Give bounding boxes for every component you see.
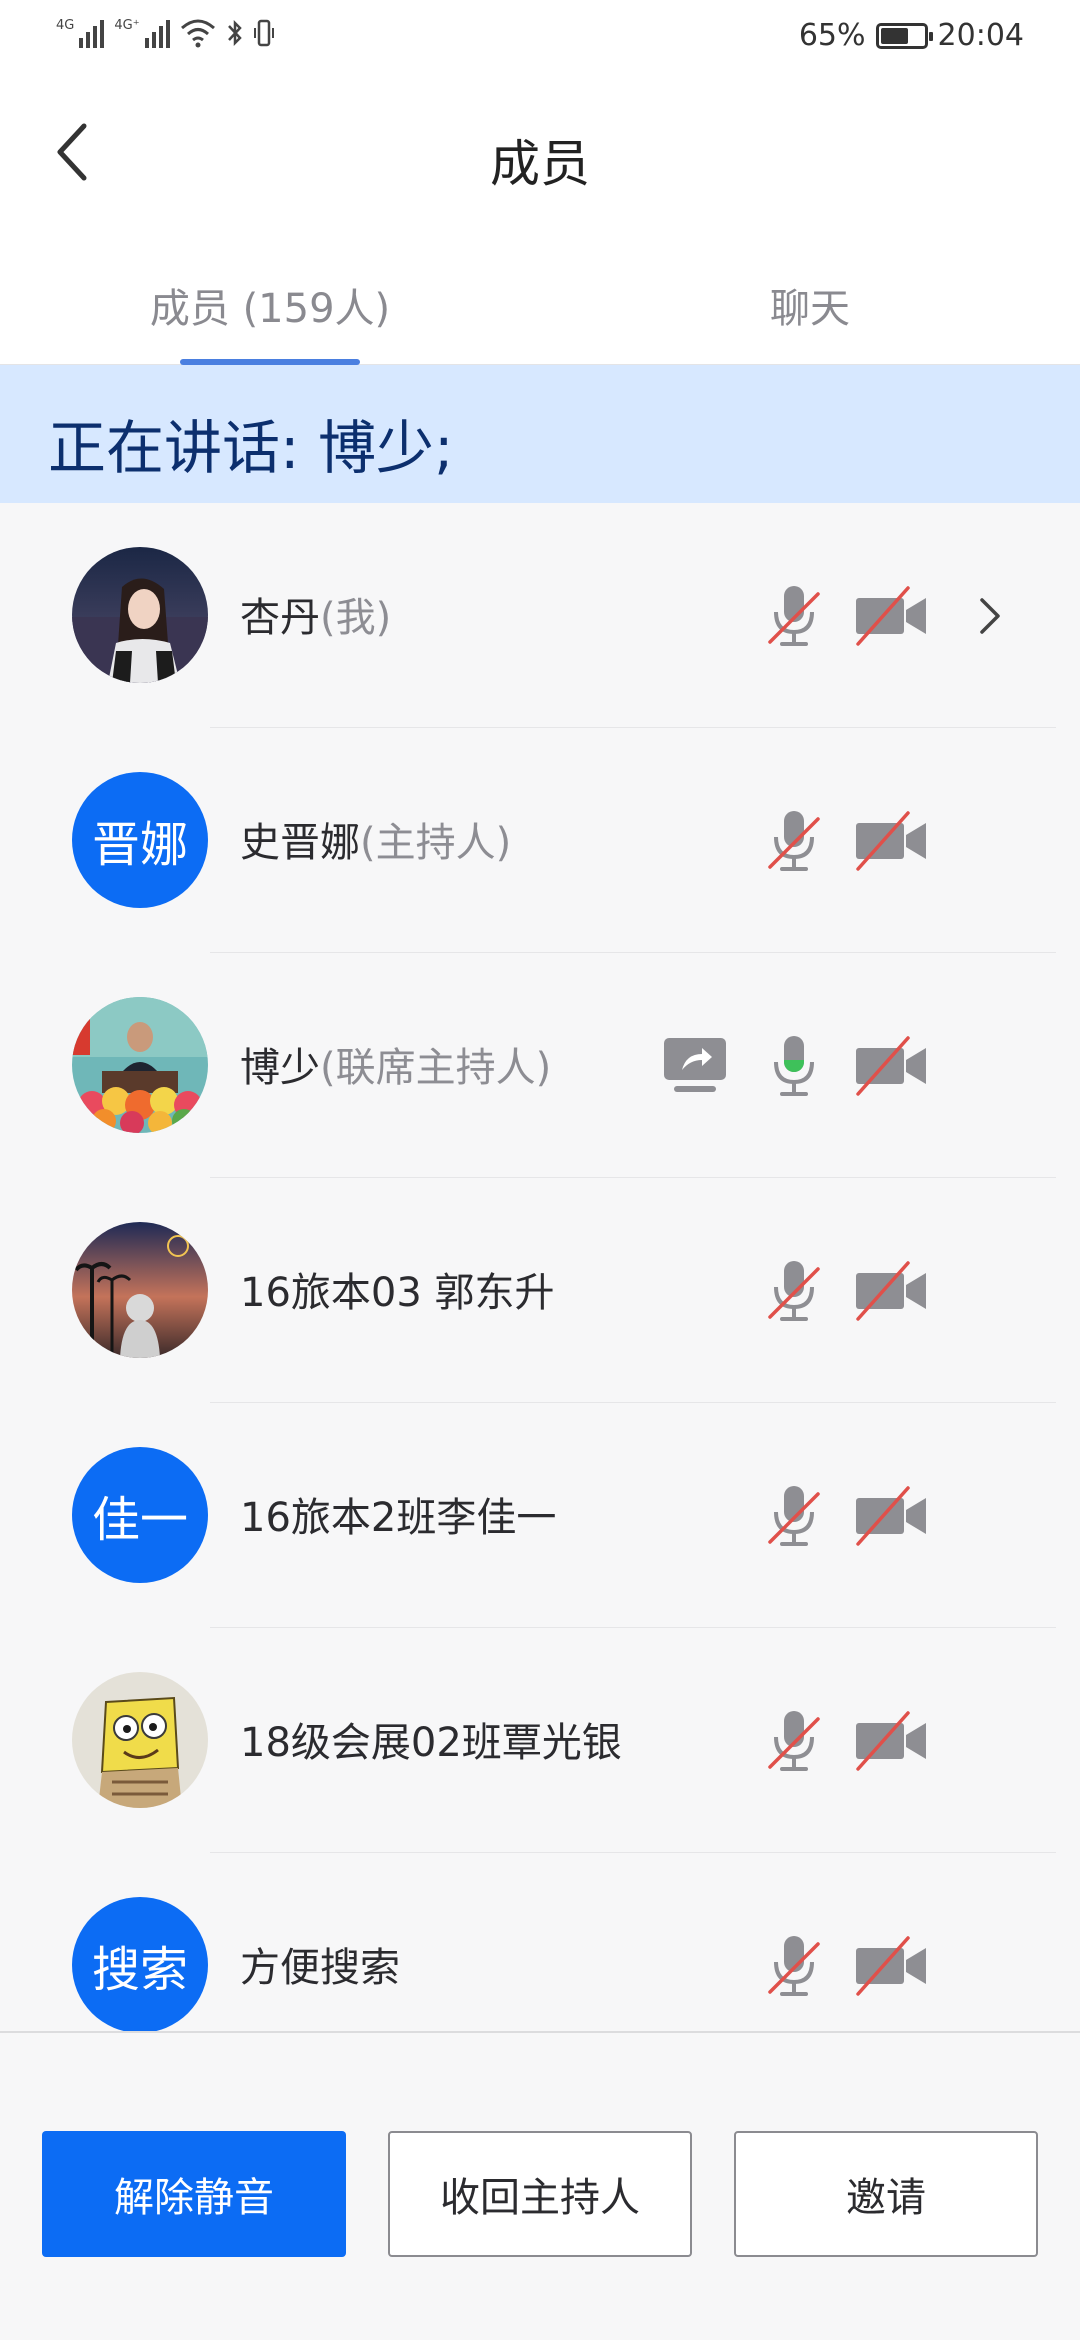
battery-percent: 65%: [798, 18, 866, 53]
member-role: (我): [320, 595, 392, 641]
mic-muted-icon[interactable]: [762, 1705, 826, 1777]
member-name: 方便搜索: [240, 1935, 400, 1993]
member-row[interactable]: 18级会展02班覃光银: [0, 1628, 1080, 1853]
member-name-text: 史晋娜: [240, 820, 360, 866]
camera-off-icon[interactable]: [852, 1480, 932, 1552]
avatar: [72, 997, 208, 1133]
member-list[interactable]: 杏丹(我) 晋娜 史晋娜(主持人) 博少(联席主持人) 16旅本03 郭东升 佳…: [0, 503, 1080, 2031]
revoke-host-button[interactable]: 收回主持人: [388, 2131, 692, 2257]
mic-muted-icon[interactable]: [762, 1255, 826, 1327]
camera-off-icon[interactable]: [852, 1030, 932, 1102]
invite-button[interactable]: 邀请: [734, 2131, 1038, 2257]
top-area: 4G 4G⁺ 65% 20:04 成员 成员 (159人) 聊天: [0, 0, 1080, 365]
avatar: 晋娜: [72, 772, 208, 908]
bottom-action-bar: 解除静音 收回主持人 邀请: [0, 2031, 1080, 2340]
tab-chat[interactable]: 聊天: [540, 276, 1080, 334]
camera-off-icon[interactable]: [852, 1255, 932, 1327]
member-row[interactable]: 晋娜 史晋娜(主持人): [0, 728, 1080, 953]
chevron-right-icon[interactable]: [970, 580, 1010, 652]
member-name: 博少(联席主持人): [240, 1035, 551, 1093]
battery-fill: [880, 27, 908, 44]
vibrate-icon: [253, 19, 274, 47]
avatar: 搜索: [72, 1897, 208, 2031]
member-role: (联席主持人): [320, 1045, 552, 1091]
avatar: [72, 1222, 208, 1358]
status-left: 4G 4G⁺: [56, 18, 274, 48]
status-time: 20:04: [937, 18, 1024, 53]
signal-2-icon: 4G⁺: [114, 18, 170, 48]
avatar: [72, 547, 208, 683]
signal-1-icon: 4G: [56, 18, 105, 48]
camera-off-icon[interactable]: [852, 1930, 932, 2002]
camera-off-icon[interactable]: [852, 805, 932, 877]
member-name-text: 16旅本2班李佳一: [240, 1495, 557, 1541]
mic-muted-icon[interactable]: [762, 580, 826, 652]
signal-1-label: 4G: [56, 18, 75, 33]
member-row[interactable]: 杏丹(我): [0, 503, 1080, 728]
member-name-text: 杏丹: [240, 595, 320, 641]
member-row[interactable]: 博少(联席主持人): [0, 953, 1080, 1178]
member-name: 史晋娜(主持人): [240, 810, 511, 868]
page-title: 成员: [490, 135, 590, 193]
speaking-text: 正在讲话: 博少;: [48, 414, 454, 482]
camera-off-icon[interactable]: [852, 1705, 932, 1777]
member-row[interactable]: 佳一 16旅本2班李佳一: [0, 1403, 1080, 1628]
member-name-text: 方便搜索: [240, 1945, 400, 1991]
member-role: (主持人): [360, 820, 512, 866]
member-name: 杏丹(我): [240, 585, 391, 643]
avatar: [72, 1672, 208, 1808]
signal-2-label: 4G⁺: [114, 18, 140, 33]
member-row[interactable]: 搜索 方便搜索: [0, 1853, 1080, 2031]
avatar: 佳一: [72, 1447, 208, 1583]
bluetooth-icon: [227, 19, 242, 47]
wifi-icon: [180, 19, 215, 48]
member-name: 16旅本2班李佳一: [240, 1485, 556, 1543]
mic-muted-icon[interactable]: [762, 805, 826, 877]
tab-members[interactable]: 成员 (159人): [0, 276, 540, 334]
mic-active-icon[interactable]: [762, 1030, 826, 1102]
camera-off-icon[interactable]: [852, 580, 932, 652]
mic-muted-icon[interactable]: [762, 1480, 826, 1552]
header: 成员: [0, 72, 1080, 248]
status-bar: 4G 4G⁺ 65% 20:04: [0, 0, 1080, 72]
member-name-text: 16旅本03 郭东升: [240, 1270, 555, 1316]
member-name: 18级会展02班覃光银: [240, 1710, 622, 1768]
member-name-text: 博少: [240, 1045, 320, 1091]
member-row[interactable]: 16旅本03 郭东升: [0, 1178, 1080, 1403]
status-right: 65% 20:04: [799, 18, 1024, 53]
unmute-button[interactable]: 解除静音: [42, 2131, 346, 2257]
battery-icon: [875, 22, 933, 49]
screen-share-icon[interactable]: [660, 1030, 730, 1102]
tab-bar: 成员 (159人) 聊天: [0, 248, 1080, 365]
member-name-text: 18级会展02班覃光银: [240, 1720, 622, 1766]
mic-muted-icon[interactable]: [762, 1930, 826, 2002]
speaking-banner: 正在讲话: 博少;: [0, 365, 1080, 503]
member-name: 16旅本03 郭东升: [240, 1260, 555, 1318]
